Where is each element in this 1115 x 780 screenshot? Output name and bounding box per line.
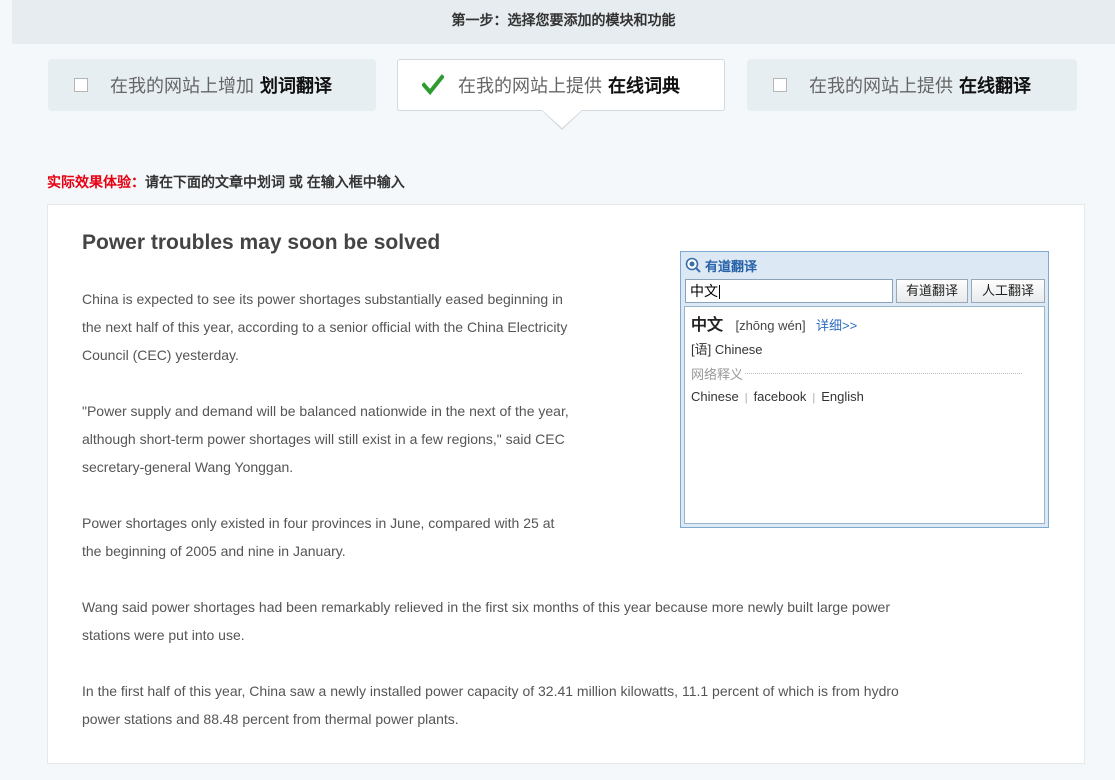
article-title: Power troubles may soon be solved bbox=[82, 231, 441, 254]
hint-label: 实际效果体验： bbox=[47, 174, 145, 190]
line: "Power supply and demand will be balance… bbox=[82, 403, 569, 419]
line: power stations and 88.48 percent from th… bbox=[82, 711, 459, 727]
detail-link[interactable]: 详细>> bbox=[816, 318, 857, 333]
module-name: 划词翻译 bbox=[260, 76, 332, 96]
line: Council (CEC) yesterday. bbox=[82, 347, 239, 363]
dictionary-search-input[interactable]: 中文 bbox=[685, 279, 893, 303]
checkbox-icon[interactable] bbox=[773, 78, 787, 92]
article-paragraph: In the first half of this year, China sa… bbox=[82, 677, 899, 733]
article-paragraph: "Power supply and demand will be balance… bbox=[82, 397, 569, 481]
module-option-online-dictionary[interactable]: 在我的网站上提供 在线词典 bbox=[397, 59, 725, 111]
youdao-translate-button[interactable]: 有道翻译 bbox=[896, 279, 968, 303]
dictionary-widget: 有道翻译 中文 有道翻译 人工翻译 中文 [zhōng wén] 详细>> [语… bbox=[680, 251, 1049, 528]
hint-text: 请在下面的文章中划词 或 在输入框中输入 bbox=[145, 174, 405, 190]
human-translate-button[interactable]: 人工翻译 bbox=[971, 279, 1045, 303]
dictionary-result: 中文 [zhōng wén] 详细>> [语] Chinese 网络释义 Chi… bbox=[684, 306, 1045, 524]
section-label: 网络释义 bbox=[691, 367, 744, 382]
search-value: 中文 bbox=[690, 283, 718, 299]
checkmark-icon[interactable] bbox=[422, 74, 444, 96]
line: China is expected to see its power short… bbox=[82, 291, 563, 307]
module-option-online-translate[interactable]: 在我的网站上提供 在线翻译 bbox=[747, 59, 1077, 111]
module-option-word-select[interactable]: 在我的网站上增加 划词翻译 bbox=[48, 59, 376, 111]
module-prefix: 在我的网站上增加 bbox=[110, 76, 254, 96]
module-prefix: 在我的网站上提供 bbox=[458, 76, 602, 96]
result-definition: [语] Chinese bbox=[691, 342, 763, 357]
checkbox-icon[interactable] bbox=[74, 78, 88, 92]
dictionary-title: 有道翻译 bbox=[705, 258, 758, 274]
demo-panel: Power troubles may soon be solved China … bbox=[47, 204, 1085, 764]
web-definition-item[interactable]: English bbox=[821, 389, 864, 404]
article-paragraph: China is expected to see its power short… bbox=[82, 285, 567, 369]
web-definition-item[interactable]: facebook bbox=[754, 389, 807, 404]
line: the next half of this year, according to… bbox=[82, 319, 568, 335]
youdao-logo-icon bbox=[685, 257, 701, 273]
web-definitions: Chinese | facebook | English bbox=[691, 389, 864, 404]
experience-hint: 实际效果体验：请在下面的文章中划词 或 在输入框中输入 bbox=[47, 172, 405, 192]
module-name: 在线词典 bbox=[608, 76, 680, 96]
dictionary-header: 有道翻译 bbox=[681, 252, 1048, 278]
line: In the first half of this year, China sa… bbox=[82, 683, 899, 699]
result-word: 中文 bbox=[691, 317, 724, 334]
line: the beginning of 2005 and nine in Januar… bbox=[82, 543, 346, 559]
line: although short-term power shortages will… bbox=[82, 431, 565, 447]
line: Wang said power shortages had been remar… bbox=[82, 599, 890, 615]
article-paragraph: Wang said power shortages had been remar… bbox=[82, 593, 890, 649]
article-paragraph: Power shortages only existed in four pro… bbox=[82, 509, 554, 565]
line: Power shortages only existed in four pro… bbox=[82, 515, 555, 531]
step-header: 第一步：选择您要添加的模块和功能 bbox=[12, 0, 1115, 44]
module-prefix: 在我的网站上提供 bbox=[809, 76, 953, 96]
line: stations were put into use. bbox=[82, 627, 245, 643]
module-name: 在线翻译 bbox=[959, 76, 1031, 96]
web-definition-section: 网络释义 bbox=[691, 364, 1038, 383]
result-pinyin: [zhōng wén] bbox=[735, 318, 806, 333]
web-definition-item[interactable]: Chinese bbox=[691, 389, 739, 404]
line: secretary-general Wang Yonggan. bbox=[82, 459, 294, 475]
